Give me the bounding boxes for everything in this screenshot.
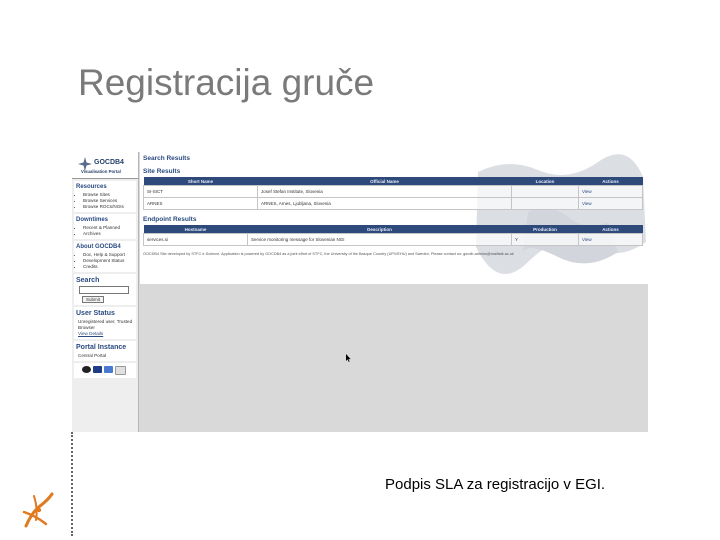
endpoint-view-link[interactable]: View [578, 233, 643, 246]
endpoint-hostname: services.si [143, 233, 248, 246]
column-header: Actions [578, 225, 643, 234]
partner-logo-icon [115, 366, 126, 375]
site-view-link[interactable]: View [578, 185, 643, 198]
eu-flag-icon [93, 366, 102, 373]
column-header: Location [511, 177, 579, 186]
search-submit-button[interactable]: Submit [82, 296, 105, 303]
portal-logo[interactable]: GOCDB4 Visualisation Portal [72, 152, 138, 179]
portal-instance-text: Central Portal [78, 353, 107, 358]
portal-brand-sub: Visualisation Portal [81, 169, 121, 174]
site-short-name: SI-SICT [143, 185, 258, 198]
about-section: About GOCDB4 Doc, Help & Support Develop… [74, 241, 136, 272]
portal-main: Search Results Site Results Short Name O… [140, 152, 648, 284]
site-results-table: Short Name Official Name Location Action… [143, 177, 643, 210]
endpoint-description: Service monitoring message for Slovenian… [247, 233, 512, 246]
egi-logo-icon [22, 492, 54, 528]
endpoint-results-title: Endpoint Results [143, 216, 197, 223]
site-official-name: Josef Stefan Institute, Slovenia [257, 185, 512, 198]
portal-instance-section: Portal Instance Central Portal [74, 341, 136, 361]
site-view-link[interactable]: View [578, 197, 643, 210]
column-header: Short Name [143, 177, 258, 186]
nav-credits[interactable]: Credits [83, 264, 134, 270]
site-results-title: Site Results [143, 168, 181, 175]
slide-title: Registracija gruče [78, 62, 375, 103]
partner-logo-icon [104, 366, 113, 373]
endpoint-results-table: Hostname Description Production Actions … [143, 225, 643, 246]
mouse-cursor-icon [346, 354, 351, 362]
site-location [511, 185, 579, 198]
view-details-link[interactable]: View Details [76, 331, 134, 337]
column-header: Official Name [257, 177, 512, 186]
table-row: SI-SICT Josef Stefan Institute, Slovenia… [143, 185, 643, 198]
user-status-heading: User Status [76, 310, 115, 317]
about-heading: About GOCDB4 [76, 244, 121, 250]
dotted-divider [71, 432, 73, 536]
resources-heading: Resources [76, 184, 107, 190]
search-input[interactable] [79, 286, 129, 294]
endpoint-production: Y [511, 233, 579, 246]
downtimes-heading: Downtimes [76, 217, 109, 223]
nav-archives[interactable]: Archives [83, 231, 134, 237]
nav-browse-rocs[interactable]: Browse ROCs/NGIs [83, 204, 134, 210]
downtimes-section: Downtimes Recent & Planned Archives [74, 214, 136, 239]
portal-sidebar: GOCDB4 Visualisation Portal Resources Br… [72, 152, 139, 432]
column-header: Description [247, 225, 512, 234]
search-results-title: Search Results [143, 155, 190, 162]
resources-section: Resources Browse Sites Browse Services B… [74, 181, 136, 212]
user-status-section: User Status Unregistered user, Trusted B… [74, 307, 136, 339]
site-location [511, 197, 579, 210]
portal-instance-heading: Portal Instance [76, 344, 127, 351]
search-section: Search Submit [74, 274, 136, 305]
column-header: Production [511, 225, 579, 234]
portal-brand: GOCDB4 [94, 159, 124, 166]
table-row: ARNES ARNES, Arnes, Ljubljana, Slovenia … [143, 197, 643, 210]
slide-caption: Podpis SLA za registracijo v EGI. [385, 476, 606, 493]
column-header: Hostname [143, 225, 248, 234]
partner-logos [74, 363, 136, 378]
search-heading: Search [76, 277, 100, 284]
table-row: services.si Service monitoring message f… [143, 233, 643, 246]
portal-screenshot: GOCDB4 Visualisation Portal Resources Br… [72, 152, 648, 432]
portal-footer: GOCDB4 Site developed by STFC e-Science.… [143, 252, 514, 256]
partner-logo-icon [82, 366, 91, 373]
user-status-text: Unregistered user, Trusted Browser [78, 319, 133, 330]
site-official-name: ARNES, Arnes, Ljubljana, Slovenia [257, 197, 512, 210]
site-short-name: ARNES [143, 197, 258, 210]
column-header: Actions [578, 177, 643, 186]
